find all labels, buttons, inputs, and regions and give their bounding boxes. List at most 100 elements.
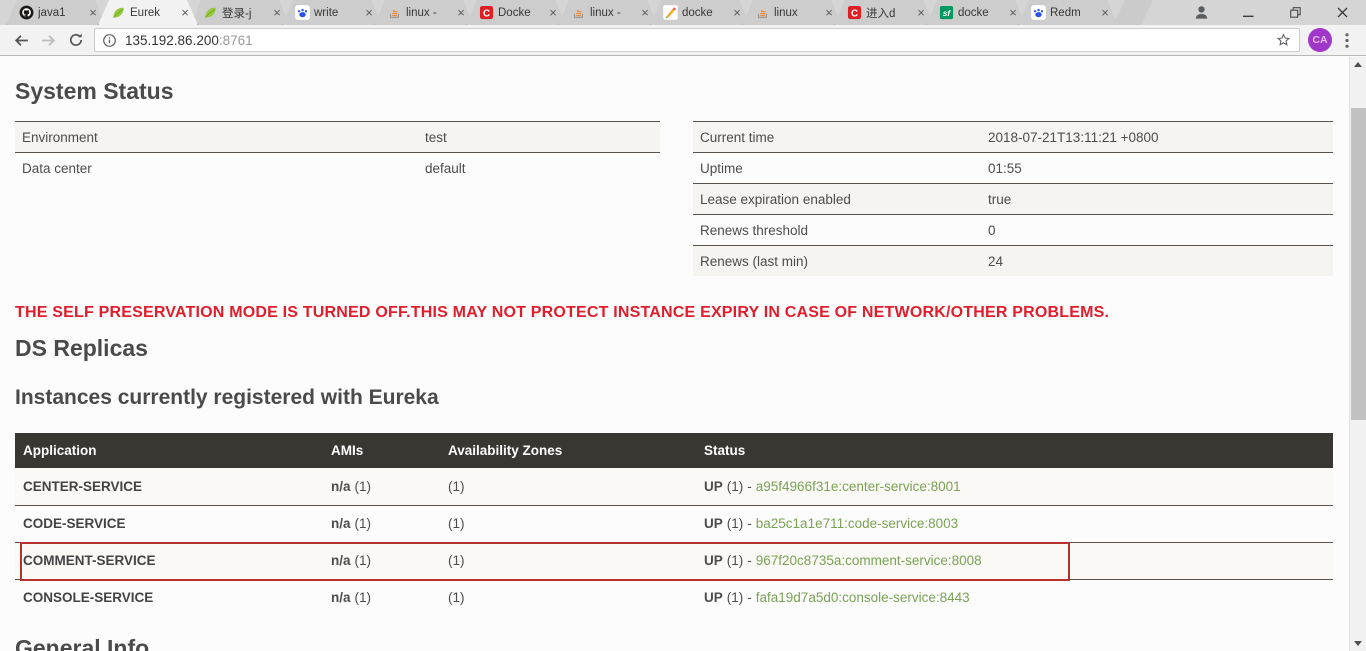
tab-title: write [314,7,358,19]
eureka-dashboard: System Status EnvironmenttestData center… [0,57,1349,651]
browser-tab[interactable]: linux -× [374,0,474,25]
maximize-button[interactable] [1272,0,1319,25]
amis-cell: n/a (1) [323,590,440,605]
scrollbar-thumb[interactable] [1351,108,1366,420]
tab-title: docke [682,7,726,19]
amis-value: n/a [331,553,351,568]
status-separator: - [747,516,752,531]
back-button[interactable] [8,27,35,54]
status-cell: UP(1)-a95f4966f31e:center-service:8001 [696,479,1333,494]
tab-close-icon[interactable]: × [362,6,376,20]
browser-tab[interactable]: sfdocke× [926,0,1026,25]
status-value: true [988,192,1333,207]
table-row: CODE-SERVICEn/a(1)(1)UP(1)-ba25c1a1e711:… [15,505,1333,542]
github-favicon-icon [19,5,34,20]
tab-close-icon[interactable]: × [270,6,284,20]
tab-close-icon[interactable]: × [914,6,928,20]
status-count: (1) [727,479,744,494]
amis-count: (1) [355,516,372,531]
self-preservation-warning: THE SELF PRESERVATION MODE IS TURNED OFF… [15,304,1334,322]
application-name: COMMENT-SERVICE [15,553,323,568]
browser-tab[interactable]: linux× [742,0,842,25]
system-status-section: EnvironmenttestData centerdefault Curren… [15,121,1334,276]
column-header: Status [696,443,1333,458]
status-separator: - [747,590,752,605]
instances-table-header: ApplicationAMIsAvailability ZonesStatus [15,433,1333,468]
environment-table: EnvironmenttestData centerdefault [15,121,660,183]
browser-tab[interactable]: Redm× [1018,0,1118,25]
availability-zones-cell: (1) [440,479,696,494]
status-value: default [425,161,660,176]
registry-stats-table: Current time2018-07-21T13:11:21 +0800Upt… [693,121,1333,276]
status-row: Uptime01:55 [693,152,1333,183]
csdn-favicon-icon: C [847,5,862,20]
tab-title: Eurek [130,7,174,19]
browser-tab[interactable]: Eurek × [98,0,198,25]
status-row: Renews threshold0 [693,214,1333,245]
instances-title: Instances currently registered with Eure… [15,386,1349,410]
amis-count: (1) [355,553,372,568]
browser-tab[interactable]: C进入d× [834,0,934,25]
amis-cell: n/a(1) [323,479,440,494]
column-header: Application [15,443,323,458]
status-label: Data center [15,161,425,176]
stackoverflow-favicon-icon [387,5,402,20]
instance-link[interactable]: ba25c1a1e711:code-service:8003 [756,516,958,531]
status-cell: UP (1)-ba25c1a1e711:code-service:8003 [696,516,1333,531]
browser-tab[interactable]: linux -× [558,0,658,25]
amis-count: (1) [355,590,372,605]
tab-close-icon[interactable]: × [638,6,652,20]
status-count: (1) [727,516,744,531]
tab-strip: java1×Eurek×登录-j×write×linux -×CDocke×li… [0,0,1366,25]
tab-close-icon[interactable]: × [1006,6,1020,20]
tab-close-icon[interactable]: × [86,6,100,20]
scrollbar-down-arrow[interactable] [1350,636,1366,651]
tab-close-icon[interactable]: × [178,6,192,20]
refresh-button[interactable] [62,27,89,54]
status-row: Lease expiration enabledtrue [693,183,1333,214]
browser-tab[interactable]: java1× [6,0,106,25]
instances-table-rows: CENTER-SERVICEn/a(1)(1)UP(1)-a95f4966f31… [15,468,1333,616]
browser-tab[interactable]: write × [282,0,382,25]
tab-close-icon[interactable]: × [1098,6,1112,20]
scrollbar-up-arrow[interactable] [1350,57,1366,72]
tab-close-icon[interactable]: × [822,6,836,20]
browser-profile-avatar[interactable]: CA [1308,28,1332,52]
amis-count: (1) [355,479,372,494]
baidu-favicon-icon [1031,5,1046,20]
amis-cell: n/a (1) [323,516,440,531]
forward-button[interactable] [35,27,62,54]
bookmark-star-icon[interactable] [1275,32,1292,49]
minimize-button[interactable] [1225,0,1272,25]
close-window-button[interactable] [1319,0,1366,25]
status-row: Current time2018-07-21T13:11:21 +0800 [693,121,1333,152]
tab-close-icon[interactable]: × [454,6,468,20]
availability-zones-cell: (1) [440,590,696,605]
segmentfault-favicon-icon: sf [939,5,954,20]
address-bar[interactable]: 135.192.86.200:8761 [94,28,1300,52]
browser-tab[interactable]: 登录-j× [190,0,290,25]
url-text: 135.192.86.200:8761 [125,33,253,48]
page-scrollbar[interactable] [1349,57,1366,651]
amis-value: n/a [331,516,351,531]
instance-link[interactable]: fafa19d7a5d0:console-service:8443 [756,590,970,605]
new-tab-button[interactable] [1113,0,1153,25]
instance-link[interactable]: 967f20c8735a:comment-service:8008 [756,553,982,568]
browser-tab[interactable]: CDocke× [466,0,566,25]
tab-close-icon[interactable]: × [730,6,744,20]
status-row: Renews (last min)24 [693,245,1333,276]
status-value: 0 [988,223,1333,238]
status-value: UP [704,516,723,531]
amis-value: n/a [331,590,351,605]
status-value: UP [704,479,723,494]
instances-table: ApplicationAMIsAvailability ZonesStatus … [15,433,1333,616]
tab-close-icon[interactable]: × [546,6,560,20]
browser-tab[interactable]: docke × [650,0,750,25]
svg-text:sf: sf [943,8,952,18]
browser-menu-icon[interactable] [1336,32,1358,49]
instance-link[interactable]: a95f4966f31e:center-service:8001 [756,479,961,494]
status-label: Renews (last min) [693,254,988,269]
profile-icon[interactable] [1178,0,1225,25]
page-info-icon[interactable] [102,33,117,48]
pencil-favicon-icon [663,5,678,20]
